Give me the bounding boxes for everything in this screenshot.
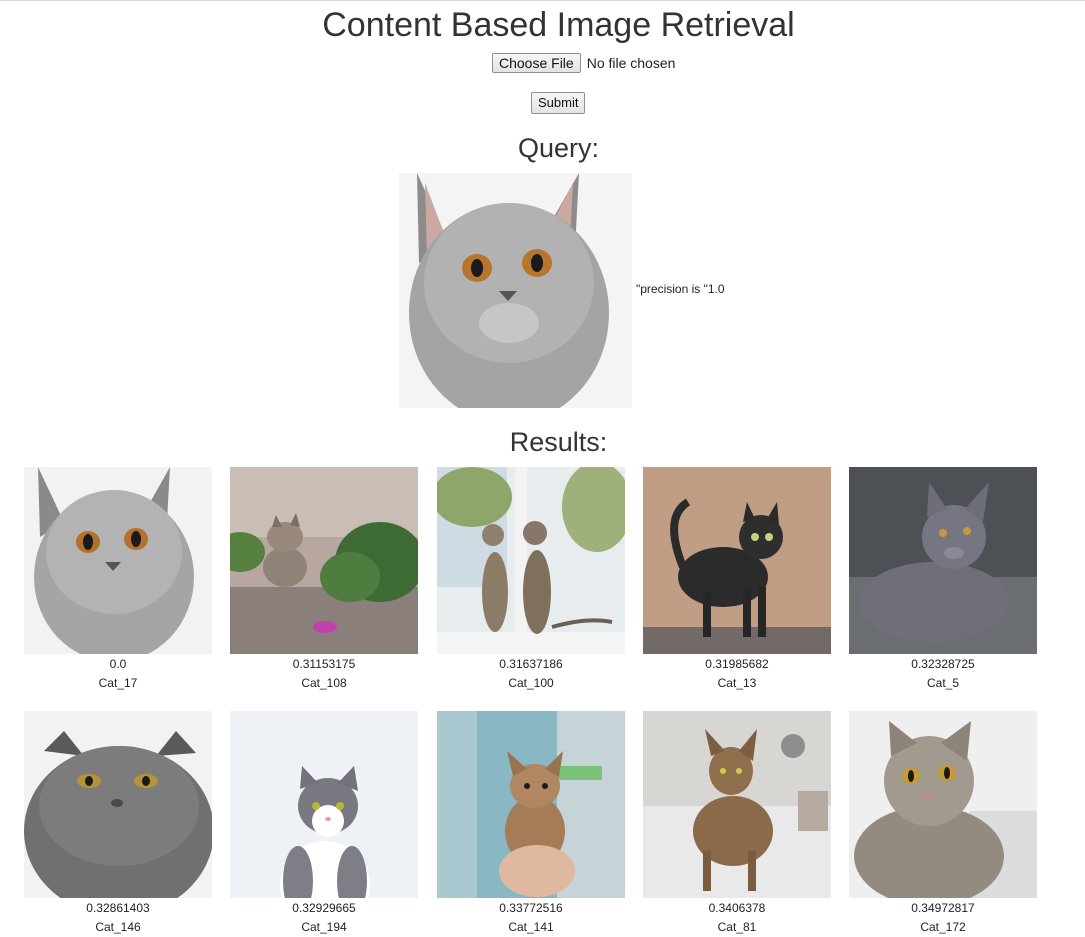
- result-image[interactable]: [437, 467, 625, 654]
- result-image[interactable]: [24, 467, 212, 654]
- result-item[interactable]: 0.32861403 Cat_146: [24, 711, 212, 937]
- result-label: Cat_108: [301, 676, 347, 690]
- page-title: Content Based Image Retrieval: [322, 6, 795, 44]
- result-image[interactable]: [230, 711, 418, 898]
- result-label: Cat_13: [717, 676, 757, 690]
- result-image[interactable]: [437, 711, 625, 898]
- file-upload: Choose File No file chosen: [492, 53, 675, 73]
- result-item[interactable]: 0.31637186 Cat_100: [437, 467, 625, 693]
- results-heading: Results:: [509, 427, 608, 457]
- result-label: Cat_141: [508, 920, 554, 934]
- result-score: 0.32861403: [86, 901, 150, 915]
- result-score: 0.31985682: [705, 657, 769, 671]
- result-label: Cat_172: [920, 920, 966, 934]
- result-item[interactable]: 0.31153175 Cat_108: [230, 467, 418, 693]
- result-score: 0.32929665: [292, 901, 356, 915]
- result-image[interactable]: [643, 467, 831, 654]
- result-image[interactable]: [230, 467, 418, 654]
- result-item[interactable]: 0.32929665 Cat_194: [230, 711, 418, 937]
- result-item[interactable]: 0.33772516 Cat_141: [437, 711, 625, 937]
- result-image[interactable]: [643, 711, 831, 898]
- result-image[interactable]: [24, 711, 212, 898]
- file-status-text: No file chosen: [586, 55, 676, 71]
- result-score: 0.3406378: [708, 901, 766, 915]
- result-score: 0.33772516: [499, 901, 563, 915]
- result-image[interactable]: [849, 711, 1037, 898]
- result-item[interactable]: 0.34972817 Cat_172: [849, 711, 1037, 937]
- result-item[interactable]: 0.0 Cat_17: [24, 467, 212, 693]
- result-item[interactable]: 0.32328725 Cat_5: [849, 467, 1037, 693]
- result-label: Cat_5: [926, 676, 960, 690]
- result-score: 0.32328725: [911, 657, 975, 671]
- query-heading: Query:: [517, 133, 600, 163]
- result-label: Cat_81: [717, 920, 757, 934]
- result-score: 0.34972817: [911, 901, 975, 915]
- result-score: 0.31637186: [499, 657, 563, 671]
- query-image: [399, 173, 632, 408]
- result-item[interactable]: 0.3406378 Cat_81: [643, 711, 831, 937]
- submit-button[interactable]: Submit: [531, 92, 586, 114]
- result-item[interactable]: 0.31985682 Cat_13: [643, 467, 831, 693]
- precision-text: "precision is "1.0: [636, 282, 725, 296]
- choose-file-button[interactable]: Choose File: [492, 53, 581, 73]
- result-image[interactable]: [849, 467, 1037, 654]
- result-label: Cat_146: [95, 920, 141, 934]
- result-label: Cat_100: [508, 676, 554, 690]
- top-border: [0, 0, 1085, 1]
- result-score: 0.31153175: [292, 657, 356, 671]
- result-label: Cat_194: [301, 920, 347, 934]
- result-score: 0.0: [109, 657, 127, 671]
- result-label: Cat_17: [98, 676, 138, 690]
